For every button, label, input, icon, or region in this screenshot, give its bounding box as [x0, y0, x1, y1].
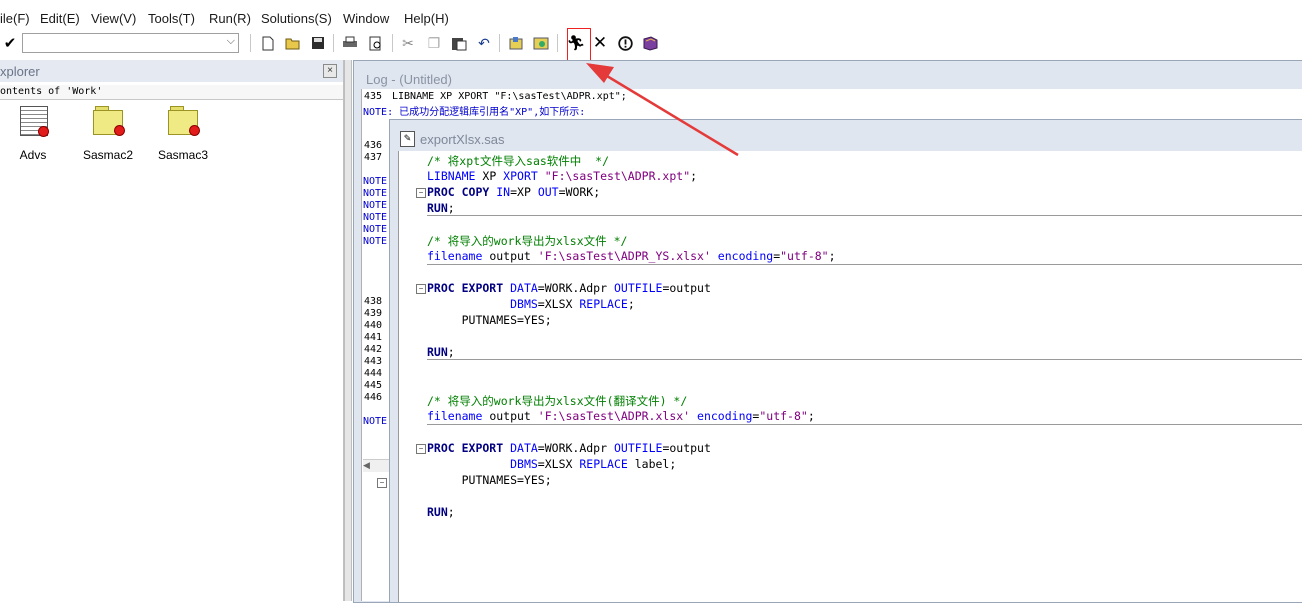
code-line: filename output 'F:\sasTest\ADPR.xlsx' e… [427, 409, 815, 423]
library-label: Advs [19, 148, 47, 162]
undo-icon[interactable]: ↶ [474, 33, 494, 53]
code-line: filename output 'F:\sasTest\ADPR_YS.xlsx… [427, 249, 836, 263]
print-preview-icon[interactable] [366, 33, 386, 53]
log-line-number: 439 [364, 308, 383, 319]
log-note: NOTE: 已成功分配逻辑库引用名"XP",如下所示: [363, 107, 586, 118]
menu-view[interactable]: View(V) [91, 11, 136, 26]
menu-solutions[interactable]: Solutions(S) [261, 11, 332, 26]
check-icon[interactable]: ✔ [0, 33, 20, 53]
sas-file-icon: ✎ [400, 131, 415, 147]
log-title: Log - (Untitled) [366, 72, 452, 87]
cut-icon[interactable]: ✂ [398, 33, 418, 53]
log-line-number: 441 [364, 332, 383, 343]
library-label: Sasmac3 [157, 148, 209, 162]
code-line: PUTNAMES=YES; [427, 313, 552, 327]
save-icon[interactable] [308, 33, 328, 53]
log-line-number: 443 [364, 356, 383, 367]
step-separator [427, 424, 1302, 425]
toolbar-separator [333, 34, 334, 52]
code-line: RUN; [427, 201, 455, 215]
explorer-icon[interactable] [531, 33, 551, 53]
fold-toggle[interactable]: − [416, 284, 426, 294]
toolbar-separator [499, 34, 500, 52]
code-line: LIBNAME XP XPORT "F:\sasTest\ADPR.xpt"; [427, 169, 698, 183]
menu-file[interactable]: ile(F) [0, 11, 30, 26]
code-line: /* 将导入的work导出为xlsx文件(翻译文件) */ [427, 394, 688, 408]
code-line: DBMS=XLSX REPLACE; [510, 297, 635, 311]
folder-icon [168, 106, 200, 136]
menu-bar: ile(F) Edit(E) View(V) Tools(T) Run(R) S… [0, 0, 1302, 31]
code-line: /* 将导入的work导出为xlsx文件 */ [427, 234, 628, 248]
log-line-number: 436 [364, 140, 383, 151]
log-line-number: 440 [364, 320, 383, 331]
table-icon [20, 106, 49, 137]
fold-toggle[interactable]: − [416, 444, 426, 454]
explorer-path-label: ontents of 'Work' [0, 86, 103, 97]
menu-help[interactable]: Help(H) [404, 11, 449, 26]
libraries-icon[interactable] [506, 33, 526, 53]
step-separator [427, 215, 1302, 216]
code-line: RUN; [427, 345, 455, 359]
command-box[interactable]: ⌵ [22, 33, 239, 53]
toolbar-separator [392, 34, 393, 52]
break-icon[interactable] [615, 33, 635, 53]
log-line-number: 444 [364, 368, 383, 379]
close-icon[interactable]: × [323, 64, 337, 78]
fold-toggle[interactable]: − [416, 188, 426, 198]
help-icon[interactable] [640, 33, 660, 53]
step-separator [427, 359, 1302, 360]
log-line-number: 437 [364, 152, 383, 163]
log-line-number: 438 [364, 296, 383, 307]
editor-title: exportXlsx.sas [420, 132, 505, 147]
step-separator [427, 264, 1302, 265]
explorer-title: xplorer [0, 64, 40, 79]
menu-tools[interactable]: Tools(T) [148, 11, 195, 26]
log-line-number: 435 [364, 91, 383, 102]
explorer-path: ontents of 'Work' [0, 85, 343, 100]
menu-run[interactable]: Run(R) [209, 11, 251, 26]
library-advs[interactable]: Advs [3, 106, 63, 166]
code-line: DBMS=XLSX REPLACE label; [510, 457, 677, 471]
log-line-number: 446 [364, 392, 383, 403]
copy-icon[interactable]: ❐ [424, 33, 444, 53]
log-line-number: 442 [364, 344, 383, 355]
chevron-down-icon[interactable]: ⌵ [227, 35, 235, 48]
paste-icon[interactable] [449, 33, 469, 53]
library-label: Sasmac2 [82, 148, 134, 162]
menu-edit[interactable]: Edit(E) [40, 11, 80, 26]
panel-splitter[interactable] [344, 60, 352, 601]
code-line: PROC EXPORT DATA=WORK.Adpr OUTFILE=outpu… [427, 441, 711, 455]
new-icon[interactable] [258, 33, 278, 53]
open-icon[interactable] [283, 33, 303, 53]
folder-icon [93, 106, 125, 136]
code-line: PROC EXPORT DATA=WORK.Adpr OUTFILE=outpu… [427, 281, 711, 295]
code-line: RUN; [427, 505, 455, 519]
log-line-number: 445 [364, 380, 383, 391]
fold-toggle[interactable]: − [377, 478, 387, 488]
library-sasmac2[interactable]: Sasmac2 [78, 106, 138, 166]
editor-window: ✎ exportXlsx.sas /* 将xpt文件导入sas软件中 */ LI… [389, 119, 1302, 603]
code-line: PROC COPY IN=XP OUT=WORK; [427, 185, 601, 199]
editor-body[interactable]: /* 将xpt文件导入sas软件中 */ LIBNAME XP XPORT "F… [398, 151, 1302, 602]
explorer-panel: xplorer × ontents of 'Work' Advs Sasmac2… [0, 60, 344, 601]
explorer-titlebar: xplorer × [0, 60, 343, 82]
toolbar-separator [250, 34, 251, 52]
toolbar-separator [557, 34, 558, 52]
menu-window[interactable]: Window [343, 11, 389, 26]
toolbar: ✔ ⌵ ✂ ❐ ↶ 🏃︎ ✕ [0, 30, 1302, 57]
print-icon[interactable] [340, 33, 360, 53]
library-sasmac3[interactable]: Sasmac3 [153, 106, 213, 166]
log-margin: − [363, 474, 392, 601]
clear-icon[interactable]: ✕ [590, 33, 610, 53]
code-line: PUTNAMES=YES; [427, 473, 552, 487]
annotation-arrow [586, 63, 739, 157]
